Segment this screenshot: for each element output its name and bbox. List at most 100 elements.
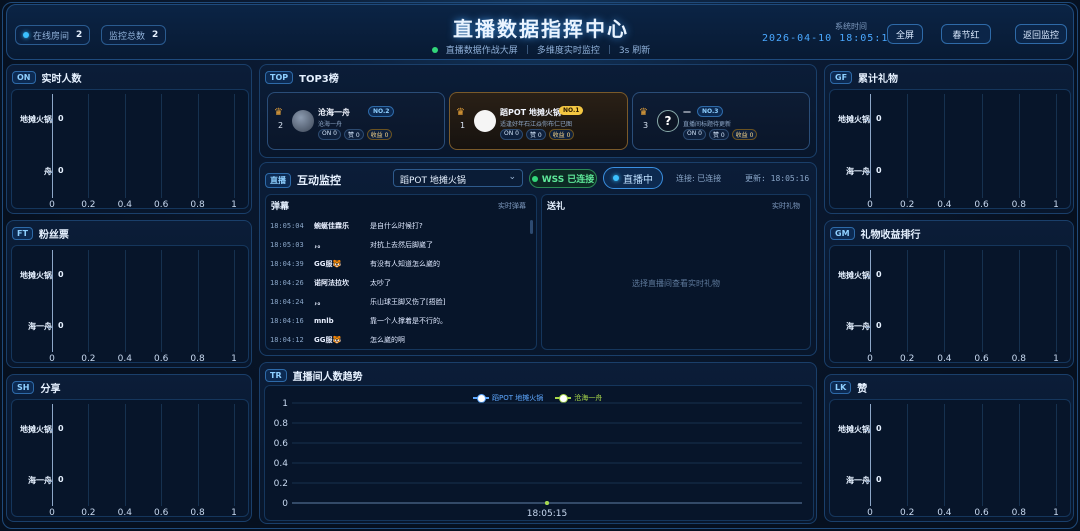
y-tick: [866, 172, 870, 173]
stat-revenue: 收益 0: [548, 129, 575, 140]
chart-area: [829, 399, 1071, 517]
rank-badge: NO.2: [368, 106, 395, 117]
connection-status: 连接: 已连接: [676, 174, 722, 183]
panel-realtime: ON 实时人数: [6, 64, 252, 214]
list-item: 18:04:12 GG服🐯 怎么崴的啊: [270, 333, 405, 347]
legend-label: 蹈POT 地摊火锅: [492, 394, 544, 402]
room-name: —: [683, 107, 691, 116]
legend-marker-icon: [555, 394, 572, 403]
bar-value-label: 0: [58, 423, 64, 433]
top3-card-rank3[interactable]: ♛ 3 ? — NO.3 直播间标题待更新 ON 0 赞 0 收益 0: [632, 92, 810, 150]
message-time: 18:05:03: [270, 241, 304, 249]
message-text: 有没有人知道怎么崴的: [370, 260, 440, 268]
message-time: 18:04:26: [270, 279, 304, 287]
category-label: 海一舟: [846, 321, 870, 331]
category-label: 地摊火锅: [838, 270, 870, 280]
grid-line: [88, 250, 90, 352]
grid-line: [981, 404, 983, 506]
bar-value-label: 0: [876, 114, 882, 123]
live-status-button[interactable]: 直播中: [603, 167, 663, 189]
panel-tag: GM: [830, 227, 855, 240]
bar-value-label: 0: [876, 269, 882, 279]
panel-tag: LK: [830, 381, 852, 394]
grid-line: [907, 404, 909, 506]
grid-line: [981, 250, 983, 352]
grid-line: [1018, 404, 1020, 506]
room-subtitle: 适逢好年石江焱你布仁已图: [500, 121, 573, 128]
legend-item[interactable]: 沧海一舟: [555, 393, 602, 403]
x-tick-label: 0.4: [117, 200, 132, 210]
y-tick: [48, 172, 52, 173]
updated-time: 更新: 18:05:16: [745, 174, 810, 183]
bar-value-label: 0: [58, 320, 64, 330]
list-item: 18:04:39 GG服🐯 有没有人知道怎么崴的: [270, 257, 440, 271]
room-stats: ON 0 赞 0 收益 0: [318, 129, 393, 140]
category-label: 舟: [8, 166, 52, 177]
y-axis-line: [870, 250, 871, 352]
crown-icon: ♛: [274, 107, 283, 118]
wss-dot-icon: [531, 175, 538, 182]
category-label: 海一舟: [846, 475, 870, 485]
panel-title: 直播间人数趋势: [292, 372, 363, 383]
bar-value-label: 0: [58, 166, 64, 175]
x-tick-label: 0.8: [1011, 200, 1026, 210]
message-user: ，。: [314, 241, 325, 249]
chart-area: [11, 89, 249, 209]
x-tick-label: 0: [49, 354, 55, 364]
grid-line: [907, 94, 909, 198]
panel-tag: 直播: [265, 172, 291, 188]
list-item: 18:04:24 ，。 乐山球王脚又伤了[捂脸]: [270, 295, 445, 309]
grid-line: [944, 404, 946, 506]
panel-title: 礼物收益排行: [860, 230, 921, 241]
fullscreen-button[interactable]: 全屏: [887, 24, 923, 44]
grid-line: [124, 250, 126, 352]
category-label: 地摊火锅: [838, 115, 870, 124]
message-user: GG服🐯: [314, 336, 342, 344]
panel-gift-rank: GM 礼物收益排行: [824, 220, 1074, 368]
panel-likes: LK 赞: [824, 374, 1074, 522]
message-time: 18:04:24: [270, 298, 304, 306]
grid-line: [907, 250, 909, 352]
legend-item[interactable]: 蹈POT 地摊火锅: [473, 393, 543, 403]
message-user: 蜿蜒佳霖乐: [314, 222, 349, 230]
room-name: 沧海一舟: [318, 108, 350, 117]
divider: |: [525, 44, 529, 55]
room-select[interactable]: 蹈POT 地摊火锅 ⌄: [393, 169, 523, 187]
rank-number: 1: [460, 121, 466, 130]
message-text: 靠一个人撑着是不行的。: [370, 317, 447, 325]
panel-title: 赞: [857, 384, 868, 395]
x-tick-label: 1: [231, 508, 237, 518]
x-tick-label: 0: [49, 508, 55, 518]
panel-tag: TOP: [265, 71, 294, 84]
theme-button[interactable]: 春节红: [941, 24, 991, 44]
x-tick-label: 0.8: [190, 354, 205, 364]
danmu-scrollbar[interactable]: [530, 220, 533, 234]
danmu-tag: 实时弹幕: [498, 202, 526, 210]
top3-card-rank1[interactable]: ♛ 1 蹈POT 地摊火锅 NO.1 适逢好年石江焱你布仁已图 ON 0 赞 0…: [449, 92, 628, 150]
message-text: 是自什么时候打?: [370, 222, 423, 230]
trend-legend: 蹈POT 地摊火锅 沧海一舟: [473, 393, 602, 403]
x-tick-label: 0.6: [974, 508, 989, 518]
x-tick-label: 0.8: [1011, 354, 1026, 364]
message-time: 18:05:04: [270, 222, 304, 230]
rank-number: 3: [643, 121, 649, 130]
top3-card-rank2[interactable]: ♛ 2 沧海一舟 NO.2 沧海一舟 ON 0 赞 0 收益 0: [267, 92, 445, 150]
x-tick-label: 0: [49, 200, 55, 210]
gift-box: [541, 194, 811, 350]
stat-revenue: 收益 0: [366, 129, 393, 140]
x-tick-label: 0.6: [154, 508, 169, 518]
category-label: 地摊火锅: [838, 424, 870, 434]
chart-area: [11, 399, 249, 517]
category-label: 地摊火锅: [20, 270, 52, 280]
bar-value-label: 0: [58, 269, 64, 279]
y-tick: [48, 275, 52, 277]
y-axis-line: [52, 404, 53, 506]
x-tick-label: 0.2: [900, 354, 915, 364]
room-stats: ON 0 赞 0 收益 0: [500, 129, 575, 140]
category-label: 海一舟: [846, 167, 870, 176]
avatar: [292, 110, 314, 132]
back-monitor-button[interactable]: 返回监控: [1015, 24, 1067, 44]
panel-tag: TR: [265, 369, 287, 382]
x-tick-label: 0.2: [81, 354, 96, 364]
panel-title: 累计礼物: [858, 74, 899, 85]
